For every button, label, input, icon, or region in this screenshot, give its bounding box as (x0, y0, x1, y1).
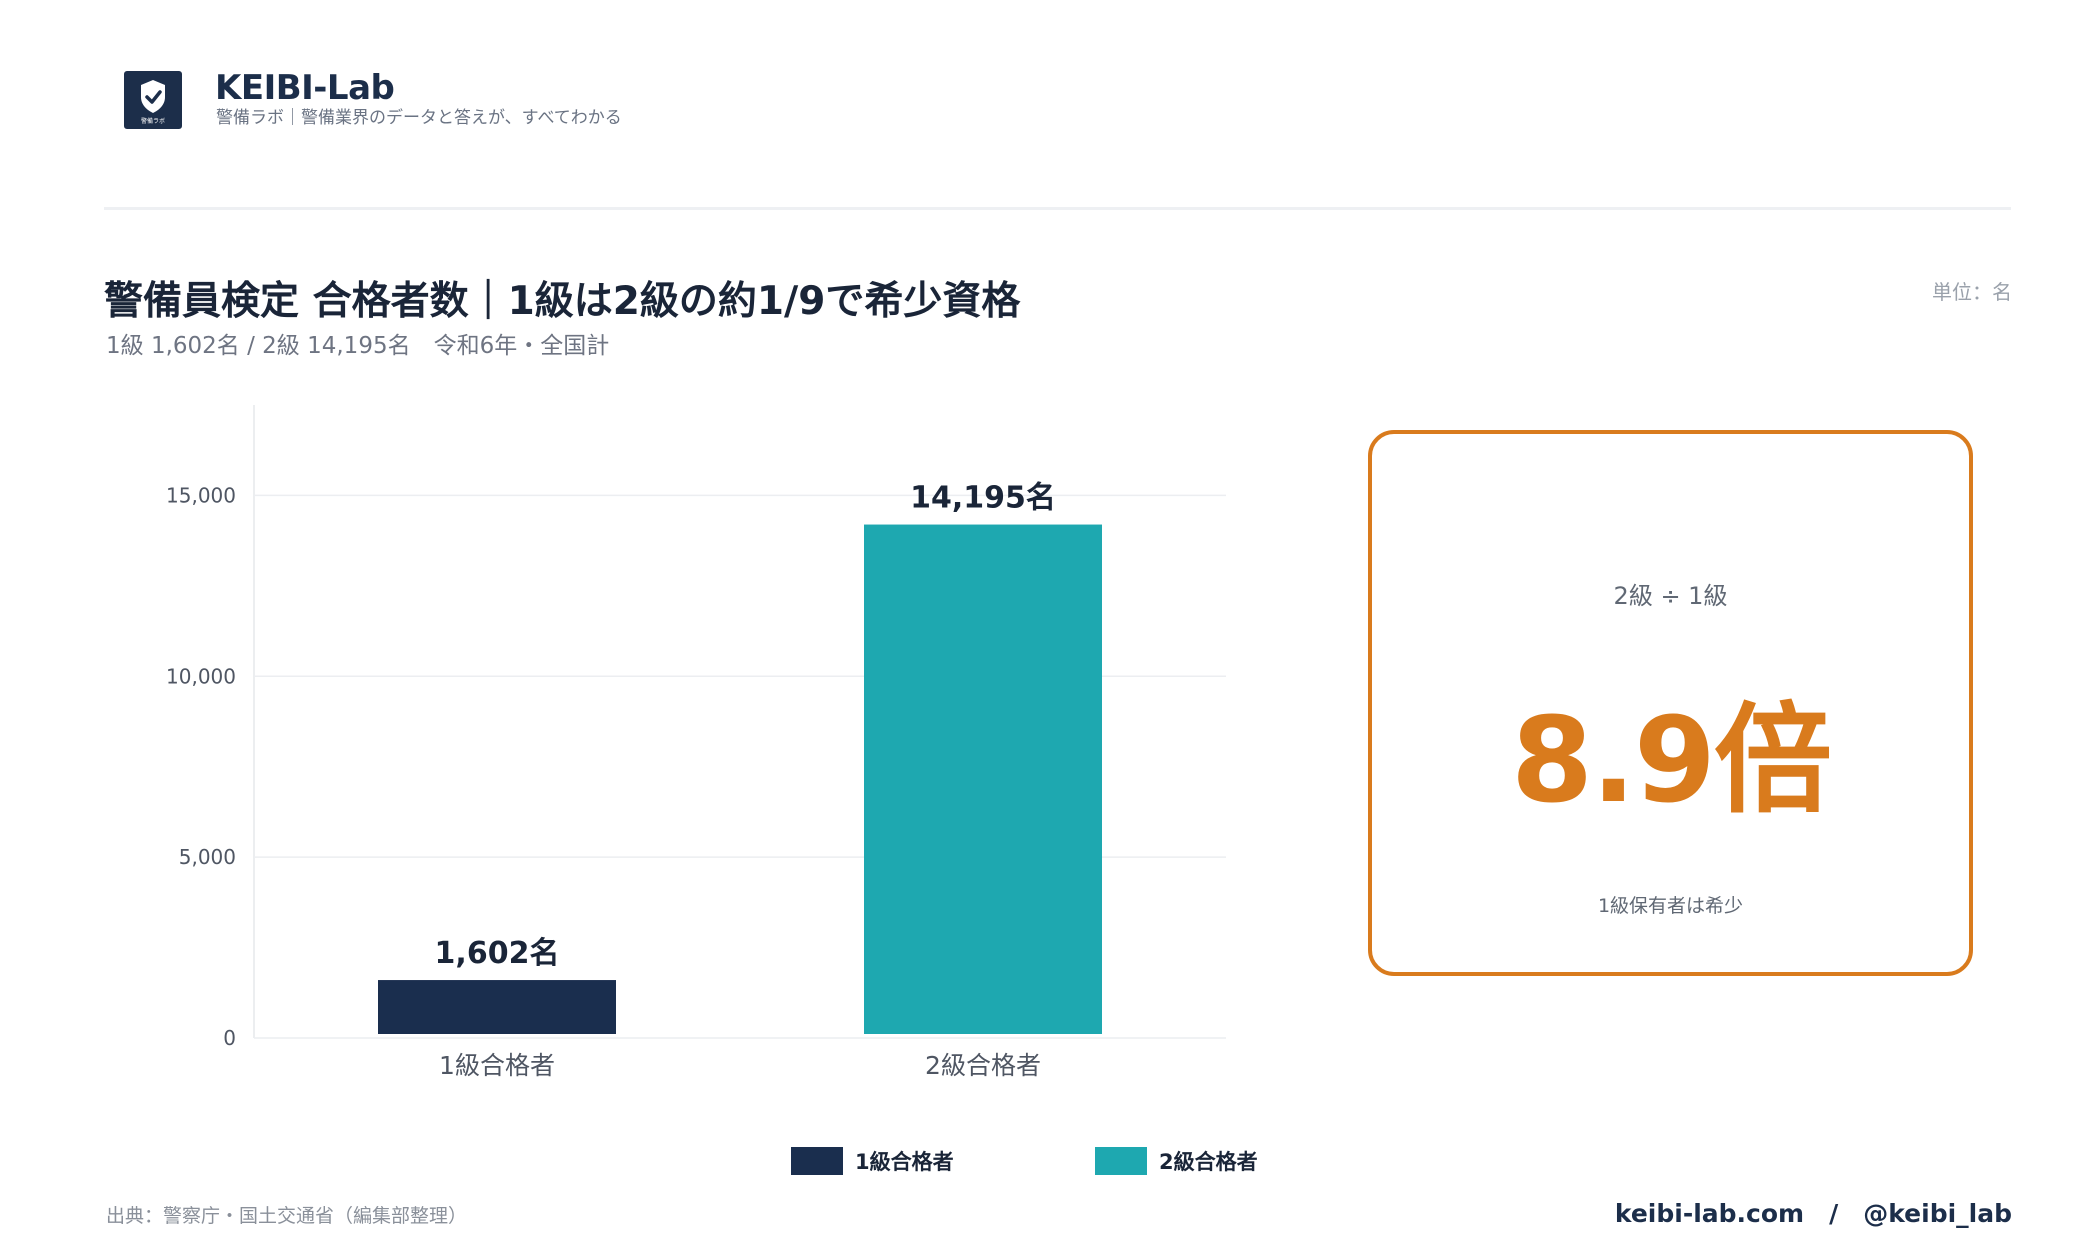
data-label: 1,602名 (435, 936, 560, 971)
bar-2 (864, 524, 1102, 1034)
ratio-label: 2級 ÷ 1級 (1613, 582, 1728, 610)
ratio-card: 2級 ÷ 1級 8.9倍 1級保有者は希少 (1368, 430, 1973, 976)
x-tick-label: 1級合格者 (439, 1051, 555, 1080)
legend-swatch-grade2 (1095, 1147, 1147, 1175)
legend-label-grade1: 1級合格者 (855, 1150, 954, 1174)
y-tick-label: 15,000 (166, 483, 236, 507)
y-tick-label: 10,000 (166, 664, 236, 688)
y-tick-label: 0 (223, 1026, 236, 1050)
legend-item-grade1: 1級合格者 (791, 1146, 954, 1176)
y-tick-label: 5,000 (179, 845, 236, 869)
legend-label-grade2: 2級合格者 (1159, 1150, 1258, 1174)
data-label: 14,195名 (910, 481, 1056, 516)
source-note: 出典：警察庁・国土交通省（編集部整理） (106, 1205, 468, 1227)
legend-swatch-grade1 (791, 1147, 843, 1175)
bar-1 (378, 980, 616, 1034)
x-tick-label: 2級合格者 (925, 1051, 1041, 1080)
footer-links[interactable]: keibi-lab.com / @keibi_lab (1615, 1194, 2012, 1230)
legend-item-grade2: 2級合格者 (1095, 1146, 1258, 1176)
ratio-note: 1級保有者は希少 (1597, 895, 1744, 917)
ratio-value: 8.9倍 (1510, 691, 1832, 829)
